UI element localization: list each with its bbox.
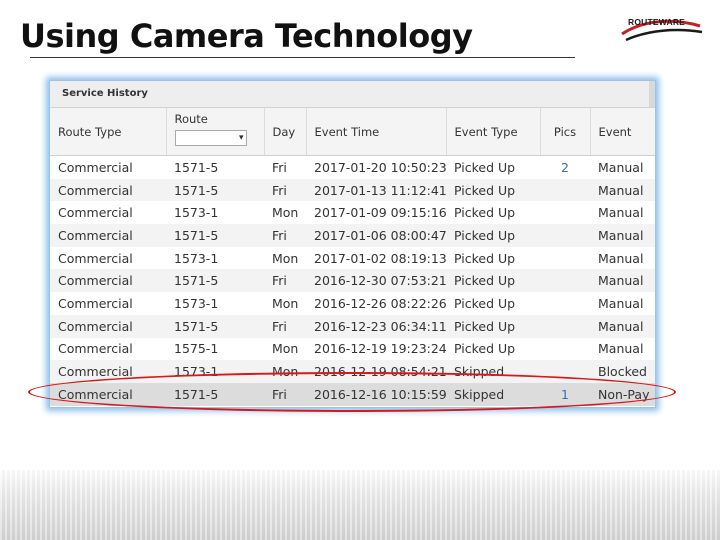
cell-day: Mon <box>264 292 306 315</box>
table-row[interactable]: Commercial 1571-5 Fri 2016-12-23 06:34:11 Pi… <box>50 314 655 338</box>
cell-event-time: 2017-01-13 11:12:41 <box>306 178 446 202</box>
cell-route: 1573-1 <box>166 246 264 270</box>
table-row[interactable]: Commercial 1571-5 Fri 2017-01-20 10:50:23 Pi… <box>50 155 655 179</box>
cell-event-type: Picked Up <box>446 224 540 247</box>
cell-event-type: Picked Up <box>446 155 540 179</box>
footer-texture-lines <box>0 470 720 540</box>
table-row[interactable]: Commercial 1571-5 Fri 2016-12-30 07:53:21 Pi… <box>50 269 655 293</box>
cell-event: Manual <box>590 269 655 293</box>
cell-event-time: 2016-12-19 19:23:24 <box>306 337 446 361</box>
cell-route-type: Commercial <box>50 269 166 293</box>
cell-route: 1571-5 <box>166 155 264 179</box>
column-header-event[interactable]: Event <box>590 108 655 156</box>
highlight-ellipse <box>28 372 676 412</box>
cell-route-type: Commercial <box>50 246 166 270</box>
column-header-pics[interactable]: Pics <box>540 108 591 156</box>
cell-event: Manual <box>590 292 655 315</box>
table-row[interactable]: Commercial 1571-5 Fri 2017-01-06 08:00:47 Pi… <box>50 224 655 247</box>
cell-event-time: 2017-01-09 09:15:16 <box>306 201 446 225</box>
cell-event: Manual <box>590 314 655 338</box>
table-header-row: Route Type Route ▾ Day Event Time Event … <box>50 108 655 156</box>
table-row[interactable]: Commercial 1573-1 Mon 2016-12-26 08:22:26 Pi… <box>50 292 655 315</box>
cell-event-type: Picked Up <box>446 178 540 202</box>
panel-scrollbar[interactable] <box>649 81 655 107</box>
cell-route: 1571-5 <box>166 314 264 338</box>
service-history-table: Route Type Route ▾ Day Event Time Event … <box>50 108 655 406</box>
cell-event-time: 2017-01-20 10:50:23 <box>306 155 446 179</box>
cell-event: Manual <box>590 337 655 361</box>
cell-day: Fri <box>264 178 306 202</box>
cell-route-type: Commercial <box>50 224 166 247</box>
cell-route-type: Commercial <box>50 155 166 179</box>
pics-link <box>540 292 590 315</box>
slide-title: Using Camera Technology <box>20 17 473 55</box>
cell-event: Manual <box>590 246 655 270</box>
cell-day: Mon <box>264 246 306 270</box>
title-underline <box>30 57 575 58</box>
cell-event-time: 2016-12-23 06:34:11 <box>306 314 446 338</box>
cell-event-type: Picked Up <box>446 337 540 361</box>
cell-route: 1571-5 <box>166 224 264 247</box>
cell-event-time: 2016-12-26 08:22:26 <box>306 292 446 315</box>
service-history-panel: Service History Route Type Route ▾ Day E… <box>49 80 656 408</box>
cell-route-type: Commercial <box>50 314 166 338</box>
cell-route: 1573-1 <box>166 201 264 225</box>
cell-event-time: 2016-12-30 07:53:21 <box>306 269 446 293</box>
pics-link <box>540 337 590 361</box>
pics-link <box>540 269 590 293</box>
cell-event-type: Picked Up <box>446 201 540 225</box>
pics-link[interactable]: 2 <box>540 155 590 179</box>
table-row[interactable]: Commercial 1571-5 Fri 2017-01-13 11:12:41 Pi… <box>50 178 655 202</box>
pics-link <box>540 224 590 247</box>
cell-event-type: Picked Up <box>446 246 540 270</box>
cell-event-type: Picked Up <box>446 269 540 293</box>
column-header-route[interactable]: Route ▾ <box>166 108 265 156</box>
column-header-event-type[interactable]: Event Type <box>446 108 541 156</box>
column-header-event-time[interactable]: Event Time <box>306 108 447 156</box>
cell-event-time: 2017-01-06 08:00:47 <box>306 224 446 247</box>
cell-day: Fri <box>264 314 306 338</box>
cell-event: Manual <box>590 178 655 202</box>
cell-day: Fri <box>264 224 306 247</box>
cell-event-type: Picked Up <box>446 292 540 315</box>
cell-route: 1573-1 <box>166 292 264 315</box>
cell-day: Fri <box>264 155 306 179</box>
cell-route-type: Commercial <box>50 292 166 315</box>
table-row[interactable]: Commercial 1573-1 Mon 2017-01-02 08:19:13 Pi… <box>50 246 655 270</box>
pics-link <box>540 178 590 202</box>
column-header-route-type[interactable]: Route Type <box>50 108 167 156</box>
cell-route: 1571-5 <box>166 178 264 202</box>
cell-event: Manual <box>590 155 655 179</box>
column-header-day[interactable]: Day <box>264 108 307 156</box>
column-header-route-label: Route <box>174 112 208 126</box>
cell-route-type: Commercial <box>50 201 166 225</box>
cell-route: 1571-5 <box>166 269 264 293</box>
cell-route-type: Commercial <box>50 337 166 361</box>
logo-text: ROUTEWARE <box>628 17 686 27</box>
cell-event: Manual <box>590 201 655 225</box>
cell-route-type: Commercial <box>50 178 166 202</box>
cell-event-time: 2017-01-02 08:19:13 <box>306 246 446 270</box>
table-row[interactable]: Commercial 1573-1 Mon 2017-01-09 09:15:16 Pi… <box>50 201 655 225</box>
pics-link <box>540 246 590 270</box>
pics-link <box>540 314 590 338</box>
table-row[interactable]: Commercial 1575-1 Mon 2016-12-19 19:23:24 Pi… <box>50 337 655 361</box>
cell-day: Mon <box>264 201 306 225</box>
cell-day: Fri <box>264 269 306 293</box>
cell-route: 1575-1 <box>166 337 264 361</box>
panel-title: Service History <box>62 88 148 99</box>
cell-day: Mon <box>264 337 306 361</box>
chevron-down-icon[interactable]: ▾ <box>239 131 244 145</box>
pics-link <box>540 201 590 225</box>
panel-header: Service History <box>50 81 655 108</box>
cell-event-type: Picked Up <box>446 314 540 338</box>
cell-event: Manual <box>590 224 655 247</box>
table-body: Commercial 1571-5 Fri 2017-01-20 10:50:23 Pi… <box>50 155 655 406</box>
route-filter-select[interactable]: ▾ <box>174 130 247 146</box>
routeware-logo: ROUTEWARE <box>618 12 704 46</box>
